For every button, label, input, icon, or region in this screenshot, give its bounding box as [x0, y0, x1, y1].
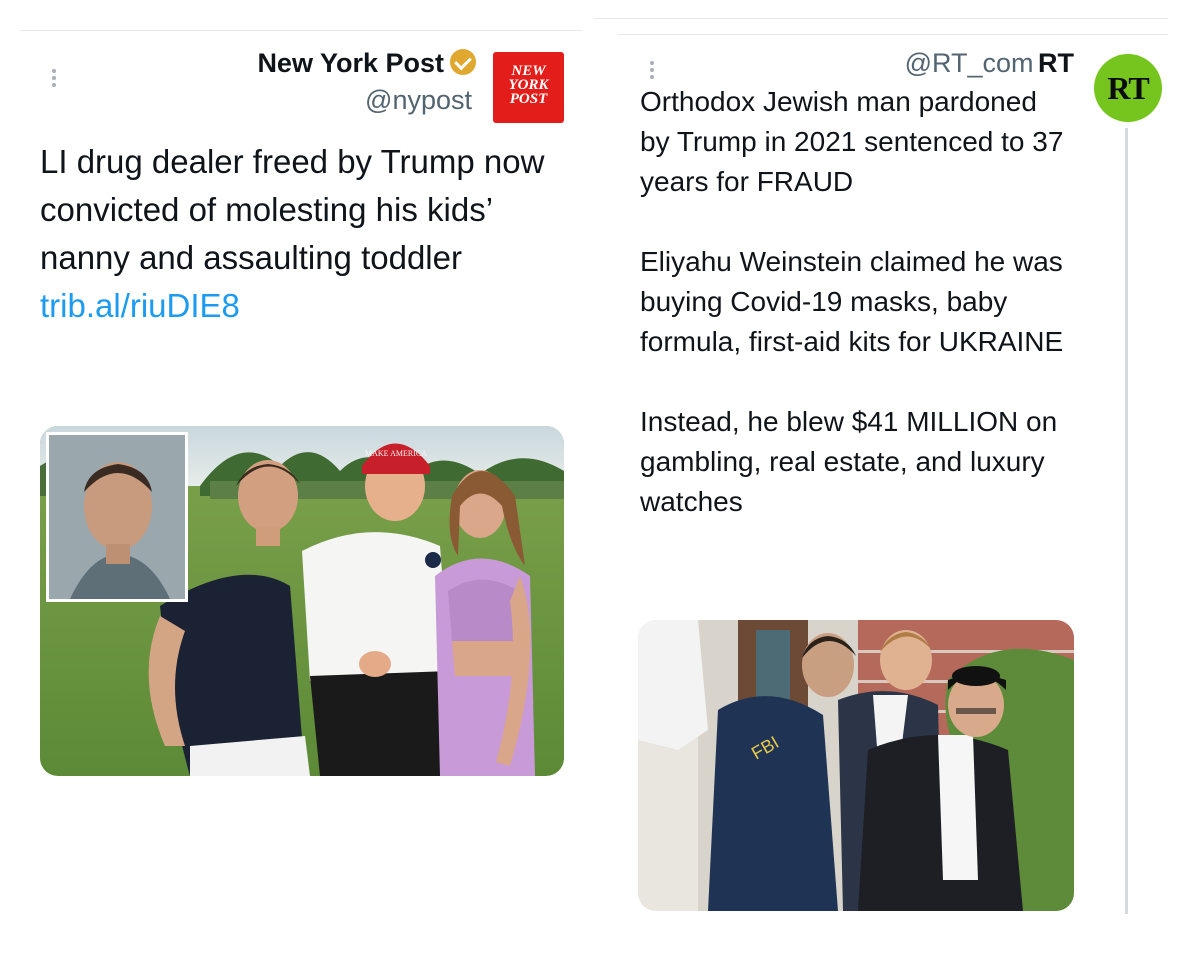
right-top-divider-1	[594, 18, 1168, 19]
right-tweet-photo[interactable]: FBI	[638, 620, 1074, 911]
golf-course-photo: MAKE AMERICA	[40, 426, 564, 776]
arrest-photo: FBI	[638, 620, 1074, 911]
logo-line: POST	[509, 91, 548, 107]
thread-line	[1125, 128, 1128, 914]
left-tweet-text: LI drug dealer freed by Trump now convic…	[40, 138, 570, 330]
author-handle[interactable]: @nypost	[226, 85, 472, 116]
author-handle[interactable]: @RT_com	[905, 48, 1034, 78]
left-top-divider	[20, 30, 582, 31]
author-name[interactable]: New York Post	[257, 48, 444, 78]
tweet-body: LI drug dealer freed by Trump now convic…	[40, 143, 545, 276]
tweet-link[interactable]: trib.al/riuDIE8	[40, 287, 240, 324]
author-name[interactable]: RT	[1038, 48, 1074, 78]
rt-avatar[interactable]: RT	[1094, 54, 1162, 122]
left-tweet-photo[interactable]: MAKE AMERICA	[40, 426, 564, 776]
tweet-paragraph: Eliyahu Weinstein claimed he was buying …	[640, 246, 1064, 357]
right-author-line[interactable]: @RT_com RT	[860, 48, 1074, 79]
logo-line: NEW	[511, 63, 546, 79]
hat-text: MAKE AMERICA	[365, 449, 427, 458]
more-options-icon[interactable]	[650, 58, 654, 82]
more-options-icon[interactable]	[52, 66, 56, 90]
right-top-divider-2	[618, 34, 1168, 35]
left-author-block[interactable]: New York Post @nypost	[226, 48, 476, 116]
logo-line: YORK	[508, 77, 549, 93]
tweet-paragraph: Orthodox Jewish man pardoned by Trump in…	[640, 86, 1064, 197]
tweet-paragraph: Instead, he blew $41 MILLION on gambling…	[640, 406, 1058, 517]
verified-badge-icon	[450, 49, 476, 75]
right-tweet-text: Orthodox Jewish man pardoned by Trump in…	[640, 82, 1070, 522]
nypost-avatar[interactable]: NEW YORK POST	[493, 52, 564, 123]
rt-logo-text: RT	[1107, 70, 1149, 106]
